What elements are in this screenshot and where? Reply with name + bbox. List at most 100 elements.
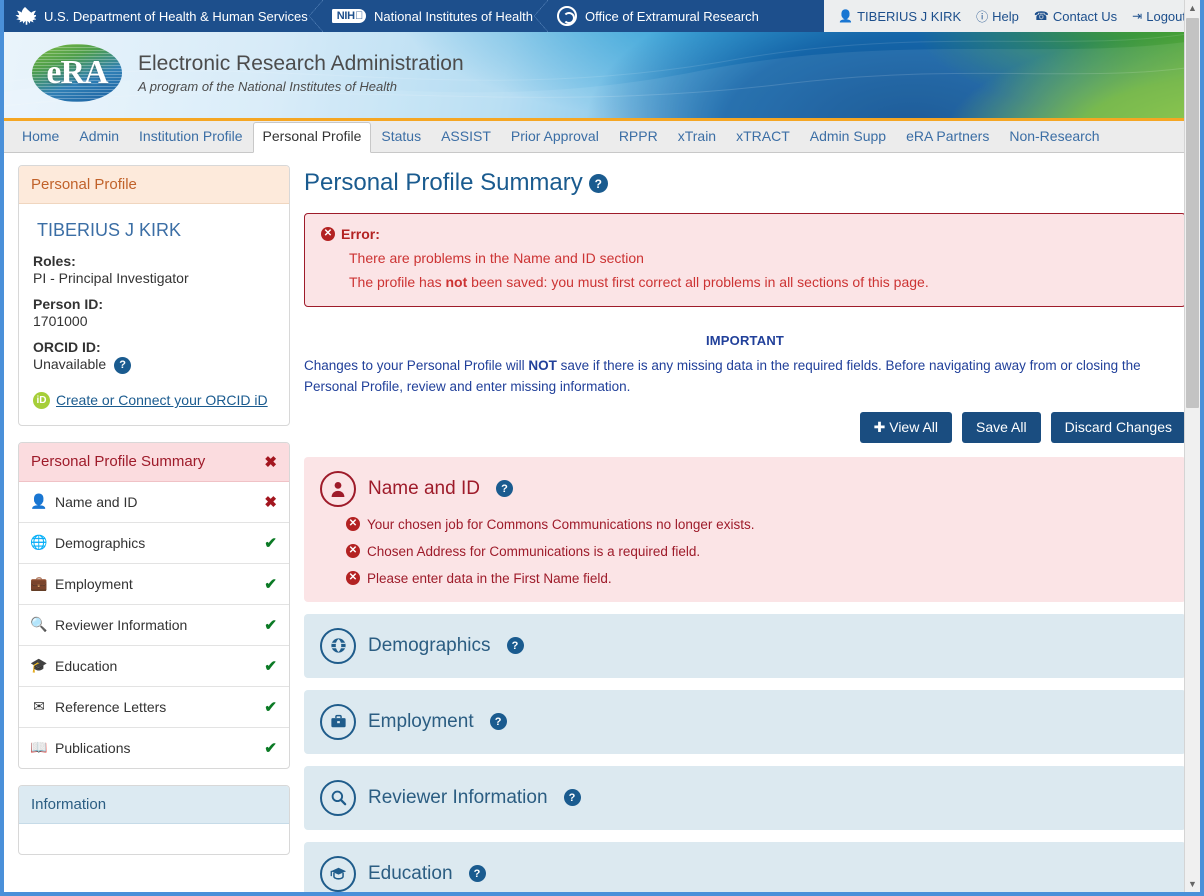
sidebar: Personal Profile TIBERIUS J KIRK Roles: … (18, 165, 290, 892)
tab-admin-supp[interactable]: Admin Supp (800, 122, 896, 152)
section-header: Employment ? (320, 703, 1170, 740)
section-help-icon[interactable]: ? (506, 637, 524, 655)
section-help-icon[interactable]: ? (489, 713, 507, 731)
era-brand[interactable]: eRA Electronic Research Administration A… (4, 32, 464, 102)
envelope-icon: ✉ (33, 698, 45, 715)
section-employment[interactable]: Employment ? (304, 689, 1186, 754)
tab-personal-profile[interactable]: Personal Profile (252, 122, 372, 153)
gov-segment-oer[interactable]: Office of Extramural Research (547, 0, 773, 32)
important-paragraph: Changes to your Personal Profile will NO… (304, 356, 1186, 398)
sidebar-item-label: Publications (55, 739, 131, 756)
era-subtitle: A program of the National Institutes of … (138, 78, 397, 94)
information-card-body (19, 824, 289, 854)
error-circle-icon: ✕ (346, 544, 360, 559)
gov-segment-nih[interactable]: NIH⃝ National Institutes of Health (322, 0, 549, 32)
orcid-connect-row: iD Create or Connect your ORCID iD (33, 391, 275, 409)
section-help-icon[interactable]: ? (468, 865, 486, 883)
section-header: Demographics ? (320, 627, 1170, 664)
tab-era-partners[interactable]: eRA Partners (896, 122, 999, 152)
tab-status[interactable]: Status (371, 122, 431, 152)
current-user-name: TIBERIUS J KIRK (857, 8, 962, 24)
hhs-seal-icon (14, 5, 36, 27)
sidebar-item-publications[interactable]: 📖 Publications ✔ (19, 728, 289, 768)
scroll-down-button[interactable]: ▼ (1185, 876, 1200, 892)
orcid-id-label: ORCID ID: (33, 339, 101, 355)
section-help-icon[interactable]: ? (563, 789, 581, 807)
section-education[interactable]: Education ? (304, 841, 1186, 892)
tab-assist[interactable]: ASSIST (431, 122, 501, 152)
section-help-icon[interactable]: ? (495, 480, 513, 498)
error-alert-line-2: The profile has not been saved: you must… (349, 274, 1169, 290)
section-demographics[interactable]: Demographics ? (304, 613, 1186, 678)
globe-icon: 🌐 (30, 534, 48, 551)
section-name-and-id[interactable]: Name and ID ? ✕ Your chosen job for Commo… (304, 456, 1186, 602)
error-alert-line-1: There are problems in the Name and ID se… (349, 250, 644, 266)
error-alert-heading-text: Error: (341, 226, 380, 242)
sidebar-item-employment[interactable]: 💼 Employment ✔ (19, 564, 289, 605)
section-reviewer-information[interactable]: Reviewer Information ? (304, 765, 1186, 830)
roles-value: PI - Principal Investigator (33, 270, 189, 286)
personal-profile-summary-card: Personal Profile Summary ✖ 👤 Name and ID… (18, 441, 290, 769)
status-badge-ok: ✔ (264, 616, 277, 634)
briefcase-circle-icon (320, 703, 356, 740)
current-user-link[interactable]: 👤 TIBERIUS J KIRK (838, 9, 961, 24)
summary-card-title: Personal Profile Summary (31, 453, 206, 471)
summary-card-error-icon: ✖ (264, 453, 277, 471)
orcid-icon: iD (33, 391, 50, 409)
sign-out-icon: ⇥ (1132, 9, 1143, 23)
page-help-icon[interactable]: ? (588, 174, 608, 194)
era-title: Electronic Research Administration (138, 52, 464, 76)
page-title-text: Personal Profile Summary (304, 169, 583, 196)
browser-window: U.S. Department of Health & Human Servic… (4, 0, 1200, 892)
search-circle-icon (320, 779, 356, 816)
orcid-help-icon[interactable]: ? (114, 356, 132, 374)
page-body: Personal Profile TIBERIUS J KIRK Roles: … (4, 153, 1200, 892)
sidebar-item-demographics[interactable]: 🌐 Demographics ✔ (19, 523, 289, 564)
sidebar-item-education[interactable]: 🎓 Education ✔ (19, 646, 289, 687)
tab-non-research[interactable]: Non-Research (999, 122, 1109, 152)
person-id-value: 1701000 (33, 313, 88, 329)
section-title: Employment (368, 710, 474, 732)
scroll-up-button[interactable]: ▲ (1185, 0, 1200, 16)
search-icon: 🔍 (30, 616, 48, 633)
section-error-item: ✕ Please enter data in the First Name fie… (346, 571, 1170, 586)
save-all-button[interactable]: Save All (962, 411, 1041, 443)
question-circle-icon: ⓘ (976, 9, 989, 24)
vertical-scrollbar[interactable]: ▲ ▼ (1184, 0, 1200, 892)
logout-link[interactable]: ⇥ Logout (1132, 9, 1186, 24)
section-header: Reviewer Information ? (320, 779, 1170, 816)
gov-segment-hhs[interactable]: U.S. Department of Health & Human Servic… (4, 0, 323, 32)
tab-xtract[interactable]: xTRACT (726, 122, 800, 152)
sidebar-item-label: Reference Letters (55, 698, 167, 715)
sidebar-item-reference-letters[interactable]: ✉ Reference Letters ✔ (19, 687, 289, 728)
contact-us-link[interactable]: ☎ Contact Us (1034, 9, 1117, 24)
discard-changes-button[interactable]: Discard Changes (1050, 411, 1186, 443)
orcid-connect-link[interactable]: Create or Connect your ORCID iD (56, 392, 268, 408)
sidebar-item-label: Name and ID (55, 493, 138, 510)
tab-xtrain[interactable]: xTrain (668, 122, 726, 152)
tab-prior-approval[interactable]: Prior Approval (501, 122, 609, 152)
error-alert-box: ✕ Error: There are problems in the Name … (304, 213, 1186, 307)
error-circle-icon: ✕ (346, 571, 360, 586)
status-badge-ok: ✔ (264, 739, 277, 757)
person-id-label: Person ID: (33, 296, 104, 312)
user-utility-bar: 👤 TIBERIUS J KIRK ⓘ Help ☎ Contact Us ⇥ … (824, 0, 1200, 32)
gov-segment-oer-label: Office of Extramural Research (585, 8, 759, 24)
section-title: Demographics (368, 634, 491, 656)
era-logo-text: eRA (46, 54, 108, 91)
personal-profile-card-body: TIBERIUS J KIRK Roles: PI - Principal In… (19, 204, 289, 425)
briefcase-icon: 💼 (30, 575, 48, 592)
important-bold: NOT (528, 358, 557, 373)
tab-rppr[interactable]: RPPR (609, 122, 668, 152)
scrollbar-thumb[interactable] (1186, 18, 1199, 408)
tab-admin[interactable]: Admin (69, 122, 129, 152)
sidebar-item-name-and-id[interactable]: 👤 Name and ID ✖ (19, 482, 289, 523)
tab-home[interactable]: Home (12, 122, 69, 152)
profile-name: TIBERIUS J KIRK (37, 220, 182, 240)
error-alert-heading: ✕ Error: (321, 226, 1169, 242)
help-link[interactable]: ⓘ Help (976, 8, 1019, 25)
main-content: Personal Profile Summary? ✕ Error: There… (304, 165, 1186, 892)
view-all-button[interactable]: ✚ View All (859, 411, 953, 443)
sidebar-item-reviewer-information[interactable]: 🔍 Reviewer Information ✔ (19, 605, 289, 646)
tab-institution-profile[interactable]: Institution Profile (129, 122, 253, 152)
